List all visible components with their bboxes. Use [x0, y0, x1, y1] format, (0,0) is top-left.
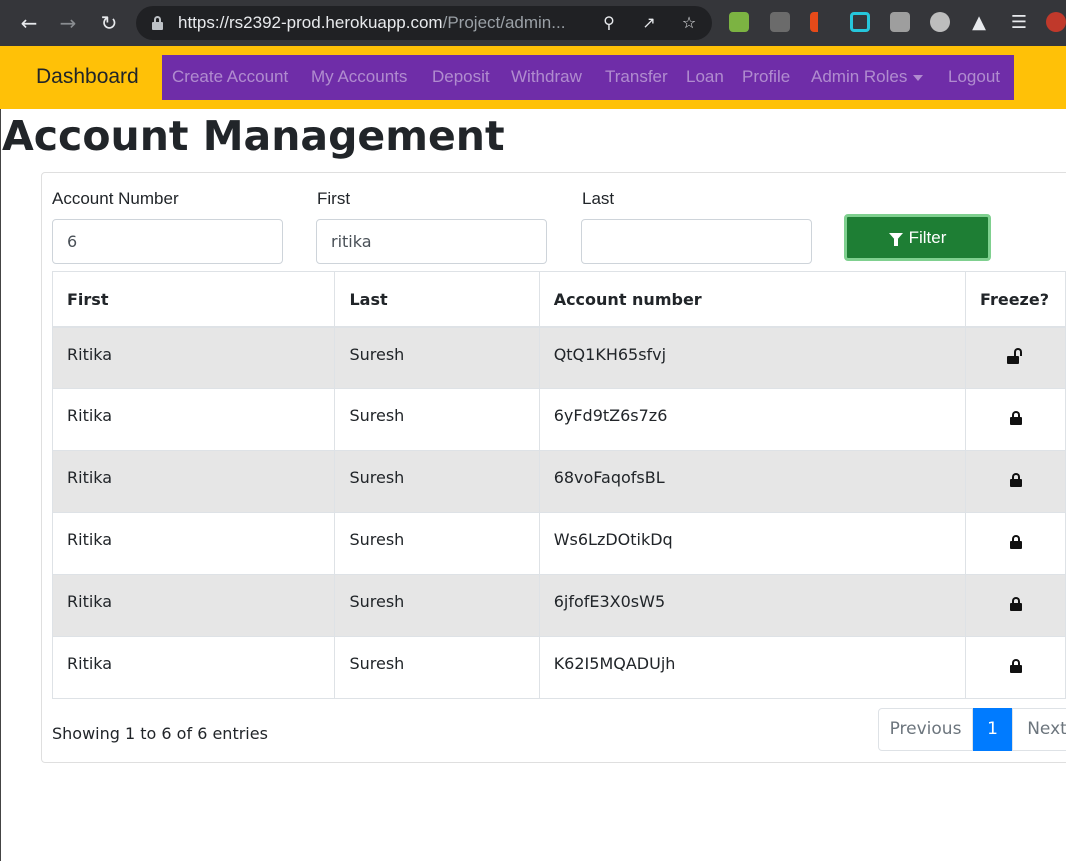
page-1-button[interactable]: 1: [973, 708, 1012, 751]
accounts-table: First Last Account number Freeze? Ritika…: [51, 271, 1066, 699]
avatar[interactable]: [1046, 12, 1066, 32]
bookmark-star-icon[interactable]: ☆: [678, 12, 700, 34]
address-bar[interactable]: https://rs2392-prod.herokuapp.com/Projec…: [136, 6, 712, 40]
cell-freeze: [965, 636, 1066, 699]
first-name-label: First: [317, 189, 351, 208]
nav-loan[interactable]: Loan: [686, 67, 724, 87]
cell-first: Ritika: [51, 450, 336, 513]
lock-icon[interactable]: [152, 16, 163, 30]
caret-down-icon: [913, 74, 924, 81]
cell-first: Ritika: [51, 574, 336, 637]
lock-icon[interactable]: [1009, 411, 1022, 425]
forward-arrow-icon[interactable]: →: [53, 8, 83, 38]
zoom-icon[interactable]: ⚲: [598, 12, 620, 34]
cell-last: Suresh: [334, 388, 540, 451]
next-page-button[interactable]: Next: [1012, 708, 1066, 751]
printer-extension-icon[interactable]: [729, 12, 749, 32]
first-name-input[interactable]: [316, 219, 547, 264]
column-header-last[interactable]: Last: [334, 271, 540, 328]
account-number-input[interactable]: [52, 219, 283, 264]
cell-first: Ritika: [51, 636, 336, 699]
cell-account-number: 68voFaqofsBL: [538, 450, 967, 513]
nav-profile[interactable]: Profile: [742, 67, 790, 87]
cell-account-number: Ws6LzDOtikDq: [538, 512, 967, 575]
funnel-icon: [888, 233, 903, 246]
table-row: Ritika Suresh 6jfofE3X0sW5: [51, 574, 1066, 637]
cell-last: Suresh: [334, 636, 540, 699]
table-row: Ritika Suresh Ws6LzDOtikDq: [51, 512, 1066, 575]
cell-freeze: [965, 450, 1066, 513]
unlock-icon[interactable]: [1006, 347, 1025, 364]
last-name-input[interactable]: [581, 219, 812, 264]
table-row: Ritika Suresh QtQ1KH65sfvj: [51, 326, 1066, 389]
cell-account-number: 6jfofE3X0sW5: [538, 574, 967, 637]
lock-icon[interactable]: [1009, 597, 1022, 611]
cell-first: Ritika: [51, 512, 336, 575]
extension-icon[interactable]: [930, 12, 950, 32]
cell-freeze: [965, 574, 1066, 637]
nav-admin-roles-label: Admin Roles: [811, 67, 908, 86]
nav-menu: Create Account My Accounts Deposit Withd…: [162, 55, 1014, 100]
cell-first: Ritika: [51, 388, 336, 451]
nav-deposit[interactable]: Deposit: [432, 67, 490, 87]
nav-logout[interactable]: Logout: [948, 67, 1000, 87]
nav-withdraw[interactable]: Withdraw: [511, 67, 582, 87]
extension-icon[interactable]: [770, 12, 790, 32]
table-row: Ritika Suresh 6yFd9tZ6s7z6: [51, 388, 1066, 451]
cell-freeze: [965, 326, 1066, 389]
nav-create-account[interactable]: Create Account: [172, 67, 288, 87]
nav-transfer[interactable]: Transfer: [605, 67, 668, 87]
nav-my-accounts[interactable]: My Accounts: [311, 67, 407, 87]
account-number-label: Account Number: [52, 189, 179, 208]
app-navbar: Dashboard Create Account My Accounts Dep…: [0, 46, 1066, 109]
reload-icon[interactable]: ↻: [94, 8, 124, 38]
last-name-label: Last: [582, 189, 615, 208]
cell-first: Ritika: [51, 326, 336, 389]
table-row: Ritika Suresh 68voFaqofsBL: [51, 450, 1066, 513]
cell-last: Suresh: [334, 512, 540, 575]
cell-account-number: K62I5MQADUjh: [538, 636, 967, 699]
cell-account-number: 6yFd9tZ6s7z6: [538, 388, 967, 451]
back-arrow-icon[interactable]: ←: [14, 8, 44, 38]
cell-last: Suresh: [334, 450, 540, 513]
column-header-freeze[interactable]: Freeze?: [965, 271, 1066, 328]
cell-freeze: [965, 388, 1066, 451]
table-row: Ritika Suresh K62I5MQADUjh: [51, 636, 1066, 699]
extension-icon[interactable]: [850, 12, 870, 32]
media-control-icon[interactable]: ☰: [1004, 8, 1034, 38]
cell-last: Suresh: [334, 574, 540, 637]
filter-button[interactable]: Filter: [844, 214, 991, 261]
page-title: Account Management: [2, 112, 505, 160]
lock-icon[interactable]: [1009, 535, 1022, 549]
cell-last: Suresh: [334, 326, 540, 389]
url-text[interactable]: https://rs2392-prod.herokuapp.com/Projec…: [178, 13, 565, 33]
cell-account-number: QtQ1KH65sfvj: [538, 326, 967, 389]
lock-icon[interactable]: [1009, 659, 1022, 673]
lock-icon[interactable]: [1009, 473, 1022, 487]
extension-icon[interactable]: [890, 12, 910, 32]
extension-icon[interactable]: [810, 12, 830, 32]
share-icon[interactable]: ↗: [638, 12, 660, 34]
brand-dashboard-link[interactable]: Dashboard: [36, 65, 139, 89]
previous-page-button[interactable]: Previous: [878, 708, 973, 751]
column-header-account-number[interactable]: Account number: [538, 271, 967, 328]
cell-freeze: [965, 512, 1066, 575]
puzzle-extensions-icon[interactable]: ▲: [964, 8, 994, 38]
nav-admin-roles-dropdown[interactable]: Admin Roles: [811, 67, 924, 87]
filter-button-label: Filter: [908, 228, 947, 247]
entries-info: Showing 1 to 6 of 6 entries: [52, 724, 268, 743]
column-header-first[interactable]: First: [51, 271, 336, 328]
divider: [0, 109, 1, 861]
browser-toolbar: ← → ↻ https://rs2392-prod.herokuapp.com/…: [0, 0, 1066, 46]
table-header-row: First Last Account number Freeze?: [51, 271, 1066, 328]
